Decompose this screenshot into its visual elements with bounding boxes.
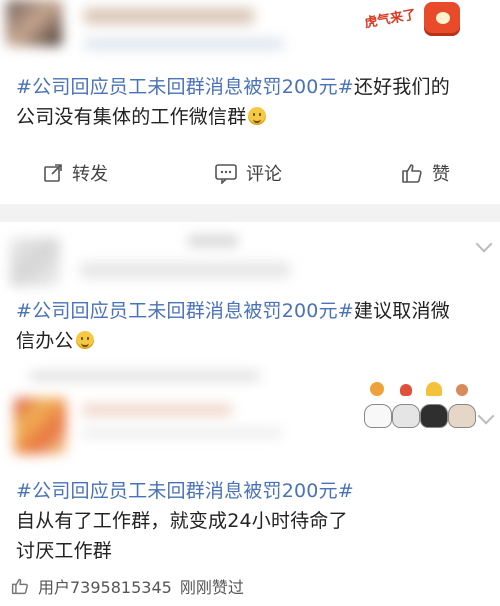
like-suffix: 刚刚赞过 <box>179 578 244 597</box>
topic-link[interactable]: #公司回应员工未回群消息被罚200元# <box>16 76 354 98</box>
post-body: #公司回应员工未回群消息被罚200元#建议取消微 信办公 <box>16 296 492 356</box>
liked-by-row[interactable]: 用户7395815345 刚刚赞过 <box>10 574 244 598</box>
repost-label: 转发 <box>72 164 108 185</box>
like-button[interactable]: 赞 <box>400 160 450 186</box>
avatar[interactable] <box>6 0 62 46</box>
avatar[interactable] <box>14 398 66 454</box>
thumb-up-icon <box>11 578 28 595</box>
comment-icon <box>215 164 237 184</box>
cat-sticker-decoration <box>362 382 480 430</box>
avatar[interactable] <box>10 238 60 286</box>
post-text: 还好我们的 <box>353 76 450 98</box>
username[interactable] <box>82 404 232 416</box>
repost-icon <box>44 164 62 182</box>
post-text: 建议取消微 <box>353 300 450 322</box>
post-meta <box>84 38 284 50</box>
badge-text: 虎气来了 <box>363 7 418 32</box>
post-body: #公司回应员工未回群消息被罚200元# 自从有了工作群，就变成24小时待命了 讨… <box>16 476 492 566</box>
post-separator <box>0 204 500 222</box>
post-text-line2: 公司没有集体的工作微信群 <box>16 106 247 128</box>
post-text-line3: 讨厌工作群 <box>16 540 113 562</box>
post-body: #公司回应员工未回群消息被罚200元#还好我们的 公司没有集体的工作微信群 <box>16 72 492 132</box>
repost-button[interactable]: 转发 <box>42 160 108 186</box>
like-user[interactable]: 用户7395815345 <box>38 574 172 598</box>
username[interactable] <box>84 8 254 24</box>
post-footer-blur <box>30 372 260 380</box>
like-label: 赞 <box>432 164 450 185</box>
username[interactable] <box>188 236 238 246</box>
chevron-down-icon[interactable] <box>477 407 495 425</box>
comment-button[interactable]: 评论 <box>214 160 282 186</box>
post-meta <box>80 262 290 278</box>
post-text-line2: 信办公 <box>16 330 74 352</box>
topic-link[interactable]: #公司回应员工未回群消息被罚200元# <box>16 480 354 502</box>
post-meta <box>82 428 282 438</box>
post-text-line2: 自从有了工作群，就变成24小时待命了 <box>16 510 348 532</box>
smile-emoji-icon <box>75 331 94 349</box>
topic-link[interactable]: #公司回应员工未回群消息被罚200元# <box>16 300 354 322</box>
smile-emoji-icon <box>248 107 267 125</box>
chevron-down-icon[interactable] <box>475 235 493 253</box>
tiger-badge: 虎气来了 <box>363 2 484 36</box>
comment-label: 评论 <box>246 164 282 185</box>
thumb-up-icon <box>402 164 422 183</box>
